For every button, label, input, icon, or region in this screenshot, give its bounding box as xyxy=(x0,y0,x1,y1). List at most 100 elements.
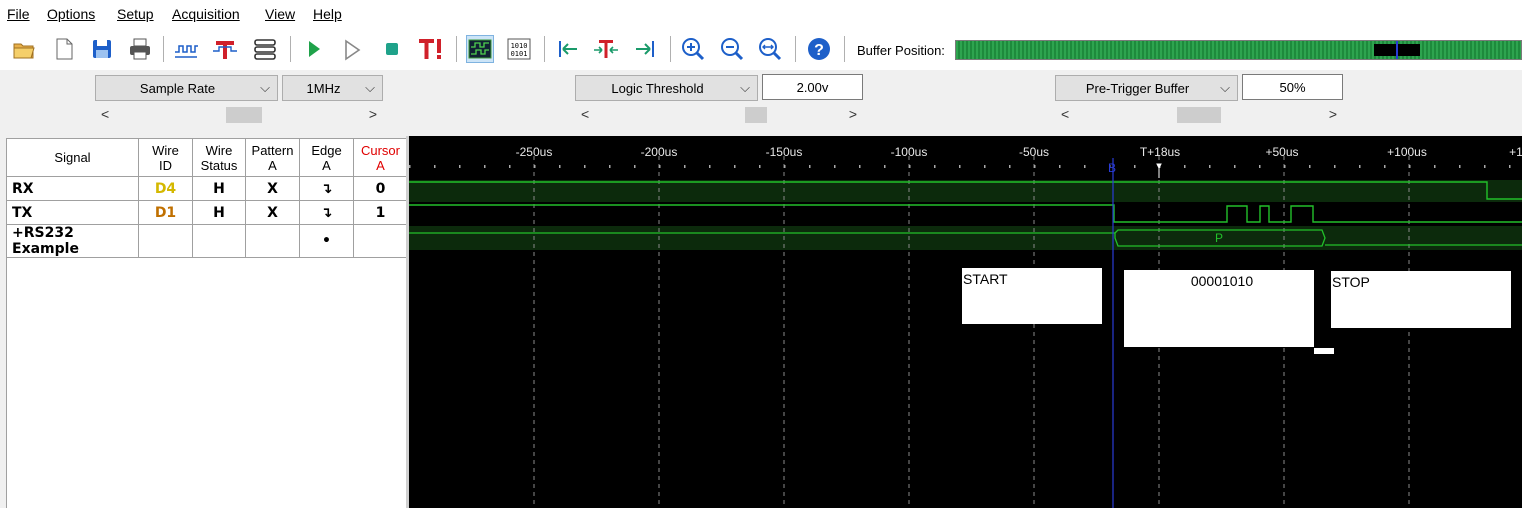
minor-tick xyxy=(459,165,461,168)
header-edge[interactable]: Edge A xyxy=(299,138,354,177)
table-row[interactable]: +RS232 Example • xyxy=(6,224,408,258)
pattern-value[interactable]: X xyxy=(245,200,300,225)
list-view-icon[interactable]: 1010 0101 xyxy=(505,35,533,63)
pretrigger-buffer-field[interactable]: 50% xyxy=(1242,74,1343,100)
wire-id: D4 xyxy=(138,176,193,201)
minor-tick xyxy=(1259,165,1261,168)
signal-table-header: Signal Wire ID Wire Status Pattern A Edge A … xyxy=(6,138,408,177)
edge-value[interactable]: ↴ xyxy=(299,200,354,225)
menu-view[interactable]: View xyxy=(265,6,295,22)
tick-label: +50us xyxy=(1265,145,1298,159)
scroll-thumb[interactable] xyxy=(745,107,767,123)
menu-setup[interactable]: Setup xyxy=(117,6,154,22)
header-wire-status[interactable]: Wire Status xyxy=(192,138,246,177)
tick-label: -200us xyxy=(641,145,678,159)
minor-tick xyxy=(584,165,586,168)
minor-tick xyxy=(534,165,536,168)
waveform-view-icon[interactable] xyxy=(466,35,494,63)
minor-tick xyxy=(409,165,411,168)
menu-file[interactable]: File xyxy=(7,6,30,22)
scroll-left-icon[interactable]: < xyxy=(1061,106,1069,122)
buffer-position-marker[interactable] xyxy=(1396,41,1398,59)
tick-labels: -250us -200us -150us -100us -50us T+18us… xyxy=(516,145,1522,159)
toolbar-separator xyxy=(795,36,796,62)
zoom-fit-icon[interactable] xyxy=(756,35,784,63)
table-row[interactable]: TX D1 H X ↴ 1 xyxy=(6,200,408,225)
help-icon[interactable]: ? xyxy=(805,35,833,63)
pattern-value[interactable] xyxy=(245,224,300,258)
minor-tick xyxy=(909,165,911,168)
toolbar-separator xyxy=(290,36,291,62)
minor-tick xyxy=(1134,165,1136,168)
scroll-left-icon[interactable]: < xyxy=(101,106,109,122)
header-signal[interactable]: Signal xyxy=(6,138,139,177)
cursor-value: 0 xyxy=(353,176,408,201)
pattern-value[interactable]: X xyxy=(245,176,300,201)
scroll-thumb[interactable] xyxy=(226,107,262,123)
single-run-icon[interactable] xyxy=(338,35,366,63)
bus-name[interactable]: +RS232 Example xyxy=(6,224,139,258)
logic-threshold-field[interactable]: 2.00v xyxy=(762,74,863,100)
edge-value[interactable]: ↴ xyxy=(299,176,354,201)
wire-status xyxy=(192,224,246,258)
logic-threshold-select[interactable]: Logic Threshold ⌵ xyxy=(575,75,758,101)
go-to-end-icon[interactable] xyxy=(631,35,659,63)
minor-tick xyxy=(1359,165,1361,168)
wire-status: H xyxy=(192,200,246,225)
menu-help[interactable]: Help xyxy=(313,6,342,22)
pretrigger-buffer-select[interactable]: Pre-Trigger Buffer ⌵ xyxy=(1055,75,1238,101)
logic-threshold-label: Logic Threshold xyxy=(611,80,704,96)
buffer-position-bar[interactable] xyxy=(955,40,1522,60)
save-icon[interactable] xyxy=(88,35,116,63)
menu-options[interactable]: Options xyxy=(47,6,95,22)
signals-setup-icon[interactable] xyxy=(172,35,200,63)
edge-value[interactable]: • xyxy=(299,224,354,258)
new-file-icon[interactable] xyxy=(50,35,78,63)
scroll-right-icon[interactable]: > xyxy=(1329,106,1337,122)
signal-name[interactable]: TX xyxy=(6,200,139,225)
zoom-out-icon[interactable] xyxy=(718,35,746,63)
cursor-b-label: B xyxy=(1108,161,1116,175)
scroll-left-icon[interactable]: < xyxy=(581,106,589,122)
pretrigger-buffer-value: 50% xyxy=(1279,79,1306,95)
sample-rate-scrollbar[interactable]: < > xyxy=(95,105,383,125)
trigger-setup-icon[interactable] xyxy=(211,35,239,63)
waveform-display[interactable]: -250us -200us -150us -100us -50us T+18us… xyxy=(409,136,1522,508)
run-icon[interactable] xyxy=(300,35,328,63)
table-row[interactable]: RX D4 H X ↴ 0 xyxy=(6,176,408,201)
scroll-right-icon[interactable]: > xyxy=(849,106,857,122)
sample-rate-select[interactable]: Sample Rate ⌵ xyxy=(95,75,278,101)
pretrigger-buffer-label: Pre-Trigger Buffer xyxy=(1085,80,1190,96)
signal-name[interactable]: RX xyxy=(6,176,139,201)
minor-tick xyxy=(1459,165,1461,168)
logic-threshold-scrollbar[interactable]: < > xyxy=(575,105,863,125)
minor-tick xyxy=(1284,165,1286,168)
tick-label: +1 xyxy=(1509,145,1522,159)
minor-tick xyxy=(1409,165,1411,168)
minor-tick xyxy=(734,165,736,168)
sample-rate-value-select[interactable]: 1MHz ⌵ xyxy=(282,75,383,101)
header-cursor[interactable]: Cursor A xyxy=(353,138,408,177)
header-pattern[interactable]: Pattern A xyxy=(245,138,300,177)
tick-label: -100us xyxy=(891,145,928,159)
stop-icon[interactable] xyxy=(378,35,406,63)
trigger-marker-icon[interactable] xyxy=(1156,163,1162,178)
print-icon[interactable] xyxy=(126,35,154,63)
chevron-down-icon: ⌵ xyxy=(365,80,375,95)
go-to-start-icon[interactable] xyxy=(554,35,582,63)
scroll-thumb[interactable] xyxy=(1177,107,1221,123)
svg-text:1010: 1010 xyxy=(511,42,528,50)
open-folder-icon[interactable] xyxy=(10,35,38,63)
pretrigger-scrollbar[interactable]: < > xyxy=(1055,105,1343,125)
header-wire-id[interactable]: Wire ID xyxy=(138,138,193,177)
sample-rate-label: Sample Rate xyxy=(139,80,216,96)
menu-acquisition[interactable]: Acquisition xyxy=(172,6,240,22)
bus-setup-icon[interactable] xyxy=(251,35,279,63)
force-trigger-icon[interactable] xyxy=(416,35,444,63)
zoom-in-icon[interactable] xyxy=(679,35,707,63)
scroll-right-icon[interactable]: > xyxy=(369,106,377,122)
minor-tick xyxy=(859,165,861,168)
go-to-trigger-icon[interactable] xyxy=(592,35,620,63)
chevron-down-icon: ⌵ xyxy=(260,80,270,95)
tick-label: +100us xyxy=(1387,145,1427,159)
